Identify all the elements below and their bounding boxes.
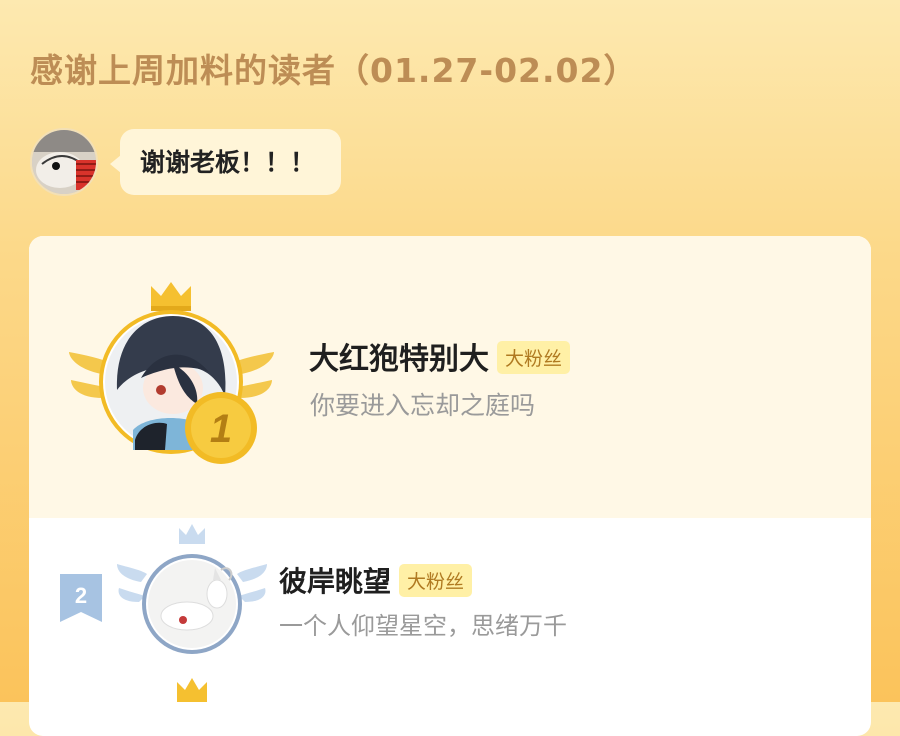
rank-2-name[interactable]: 彼岸眺望 (279, 565, 391, 598)
rank-1-name-line: 大红狍特别大 大粉丝 (309, 334, 571, 378)
author-message: 谢谢老板！！！ (30, 128, 342, 196)
rank-2-avatar-emblem[interactable] (117, 524, 267, 664)
rank-2-fan-badge: 大粉丝 (399, 563, 473, 597)
rank-1-number: 1 (210, 407, 232, 451)
rank-1-motto: 你要进入忘却之庭吗 (310, 391, 536, 420)
rank-2-motto: 一个人仰望星空，思绪万千 (279, 612, 567, 640)
leaderboard-entry-rank-2[interactable]: 2 彼岸眺望 大粉丝 一个人仰望星空，思绪万千 (29, 518, 871, 686)
rank-1-avatar-emblem[interactable]: 1 (69, 280, 274, 480)
bubble-tail (110, 155, 121, 173)
message-bubble: 谢谢老板！！！ (110, 129, 342, 195)
rank-1-fan-badge: 大粉丝 (497, 341, 571, 374)
rank-1-name[interactable]: 大红狍特别大 (309, 342, 489, 377)
rank-2-name-line: 彼岸眺望 大粉丝 (279, 560, 473, 600)
rank-2-number: 2 (75, 583, 87, 608)
rank-flag-icon: 2 (60, 574, 102, 622)
message-text: 谢谢老板！！！ (120, 129, 342, 195)
crown-icon (177, 678, 207, 702)
author-avatar[interactable] (30, 128, 98, 196)
leaderboard-entry-rank-1[interactable]: 1 大红狍特别大 大粉丝 你要进入忘却之庭吗 (29, 236, 871, 518)
rank-medal-icon: 1 (185, 392, 257, 464)
page-title: 感谢上周加料的读者（01.27-02.02） (30, 51, 638, 90)
leaderboard: 1 大红狍特别大 大粉丝 你要进入忘却之庭吗 2 彼岸眺望 大粉丝 一个人仰望星… (29, 236, 871, 736)
crown-icon (179, 524, 205, 544)
crown-icon (151, 282, 191, 311)
